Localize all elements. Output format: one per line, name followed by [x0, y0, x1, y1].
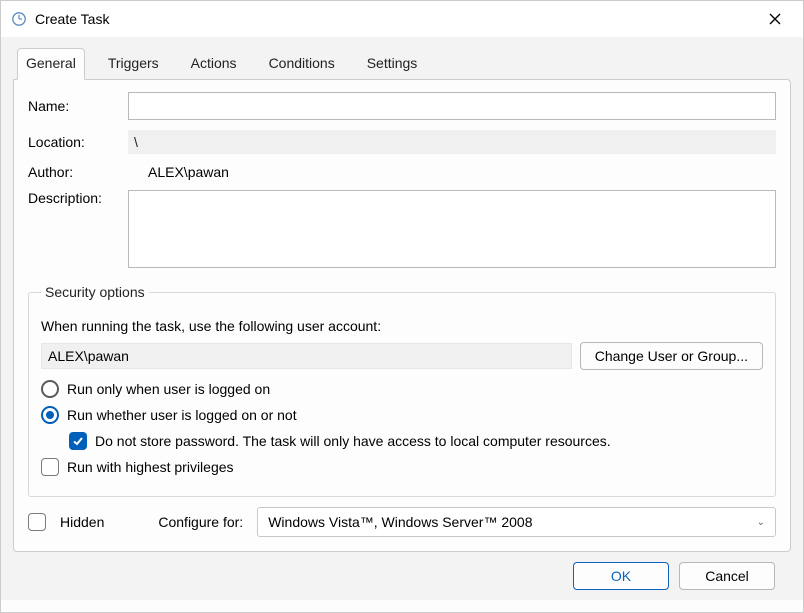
tab-settings[interactable]: Settings	[358, 48, 427, 80]
tab-general[interactable]: General	[17, 48, 85, 80]
checkbox-hidden-label: Hidden	[60, 514, 104, 530]
author-label: Author:	[28, 164, 128, 180]
window-title: Create Task	[35, 11, 109, 27]
location-value: \	[128, 130, 776, 154]
account-prompt: When running the task, use the following…	[41, 318, 763, 334]
radio-run-whether-label: Run whether user is logged on or not	[67, 407, 297, 423]
checkbox-hidden[interactable]	[28, 513, 46, 531]
checkbox-do-not-store-password-label: Do not store password. The task will onl…	[95, 433, 611, 449]
description-label: Description:	[28, 190, 128, 206]
titlebar: Create Task	[1, 1, 803, 37]
close-icon	[769, 13, 781, 25]
configure-for-combo[interactable]: Windows Vista™, Windows Server™ 2008 ⌄	[257, 507, 776, 537]
close-button[interactable]	[755, 5, 795, 33]
radio-run-logged-on-label: Run only when user is logged on	[67, 381, 270, 397]
tab-triggers[interactable]: Triggers	[99, 48, 168, 80]
radio-run-whether[interactable]	[41, 406, 59, 424]
task-scheduler-icon	[11, 11, 27, 27]
location-label: Location:	[28, 134, 128, 150]
change-user-button[interactable]: Change User or Group...	[580, 342, 763, 370]
account-value: ALEX\pawan	[41, 343, 572, 369]
tab-actions[interactable]: Actions	[182, 48, 246, 80]
name-input[interactable]	[128, 92, 776, 120]
chevron-down-icon: ⌄	[757, 517, 765, 528]
author-value: ALEX\pawan	[128, 164, 229, 180]
cancel-button[interactable]: Cancel	[679, 562, 775, 590]
tab-bar: General Triggers Actions Conditions Sett…	[13, 47, 791, 79]
description-input[interactable]	[128, 190, 776, 268]
configure-for-label: Configure for:	[158, 514, 243, 530]
radio-run-logged-on[interactable]	[41, 380, 59, 398]
checkbox-highest-privileges[interactable]	[41, 458, 59, 476]
name-label: Name:	[28, 98, 128, 114]
security-options-group: Security options When running the task, …	[28, 284, 776, 497]
configure-for-value: Windows Vista™, Windows Server™ 2008	[268, 514, 532, 530]
ok-button[interactable]: OK	[573, 562, 669, 590]
checkbox-highest-privileges-label: Run with highest privileges	[67, 459, 234, 475]
general-panel: Name: Location: \ Author: ALEX\pawan Des…	[13, 79, 791, 552]
checkbox-do-not-store-password[interactable]	[69, 432, 87, 450]
tab-conditions[interactable]: Conditions	[260, 48, 344, 80]
security-options-legend: Security options	[41, 284, 149, 300]
